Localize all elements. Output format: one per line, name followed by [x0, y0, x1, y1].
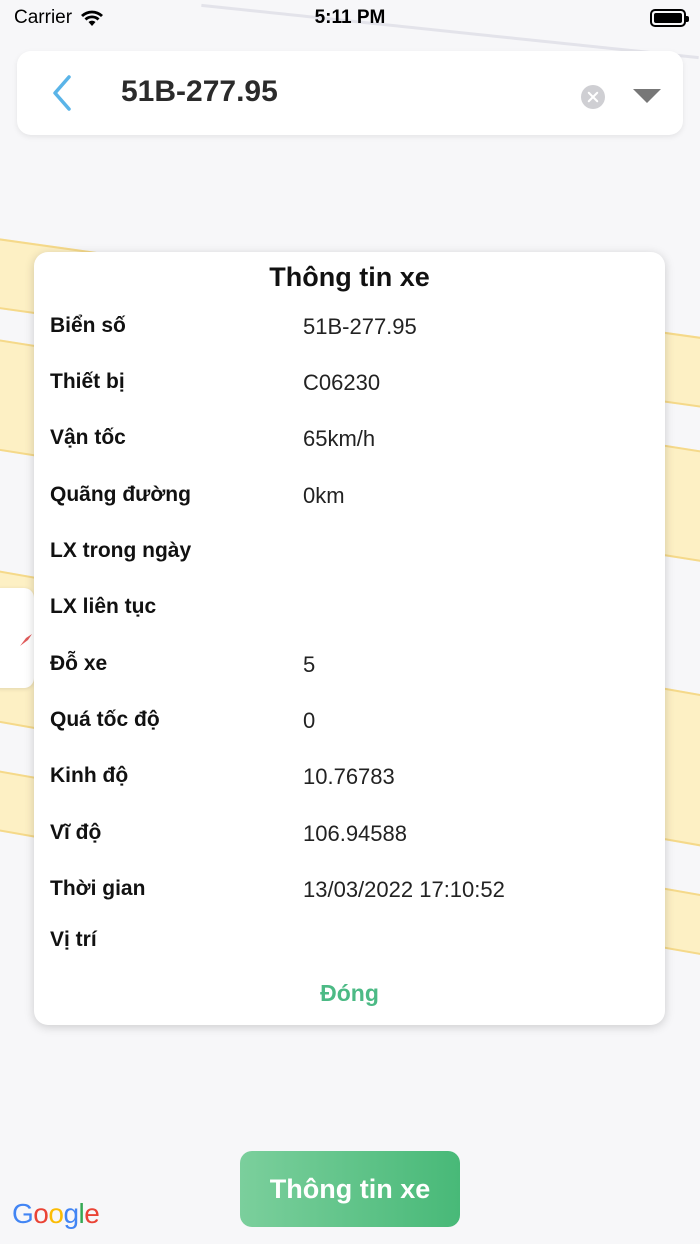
info-value: C06230 — [303, 370, 381, 395]
info-label: Biển số — [50, 314, 126, 337]
info-row-plate: Biển số 51B-277.95 — [50, 314, 650, 354]
back-chevron-icon[interactable] — [45, 73, 81, 113]
info-row-time: Thời gian 13/03/2022 17:10:52 — [50, 877, 650, 917]
info-value: 0km — [303, 483, 345, 508]
info-label: Kinh độ — [50, 764, 129, 787]
info-row-distance: Quãng đường 0km — [50, 483, 650, 523]
info-row-daily-driving: LX trong ngày — [50, 539, 650, 579]
info-value: 10.76783 — [303, 764, 395, 789]
info-value: 13/03/2022 17:10:52 — [303, 877, 505, 902]
info-row-latitude: Vĩ độ 106.94588 — [50, 821, 650, 861]
google-logo: Google — [12, 1198, 100, 1229]
info-label: Đỗ xe — [50, 652, 108, 675]
battery-icon — [650, 9, 689, 27]
info-row-longitude: Kinh độ 10.76783 — [50, 764, 650, 804]
info-label: Vĩ độ — [50, 821, 102, 844]
info-row-speed: Vận tốc 65km/h — [50, 426, 650, 466]
info-row-continuous-driving: LX liên tục — [50, 595, 650, 635]
modal-title: Thông tin xe — [269, 262, 430, 292]
vehicle-info-modal: Thông tin xe Biển số 51B-277.95 Thiết bị… — [34, 252, 665, 1025]
info-row-location: Vị trí — [50, 928, 650, 968]
info-label: LX liên tục — [50, 595, 157, 618]
map-pin-icon — [20, 634, 32, 646]
dropdown-arrow-icon[interactable] — [633, 89, 661, 103]
info-row-device: Thiết bị C06230 — [50, 370, 650, 410]
info-label: Vận tốc — [50, 426, 126, 449]
status-time: 5:11 PM — [314, 7, 386, 28]
plate-search-input[interactable]: 51B-277.95 — [121, 75, 278, 109]
close-button[interactable]: Đóng — [34, 980, 665, 1007]
info-label: Thiết bị — [50, 370, 125, 393]
info-label: LX trong ngày — [50, 539, 192, 562]
info-label: Quãng đường — [50, 483, 191, 506]
vehicle-info-button[interactable]: Thông tin xe — [240, 1151, 460, 1227]
info-value: 65km/h — [303, 426, 376, 451]
info-value: 106.94588 — [303, 821, 407, 846]
clear-icon[interactable] — [581, 85, 605, 109]
info-label: Quá tốc độ — [50, 708, 160, 731]
info-label: Vị trí — [50, 928, 97, 951]
info-label: Thời gian — [50, 877, 146, 900]
search-bar: 51B-277.95 — [17, 51, 683, 135]
status-bar: Carrier 5:11 PM — [0, 0, 700, 36]
info-value: 51B-277.95 — [303, 314, 417, 339]
info-row-overspeed: Quá tốc độ 0 — [50, 708, 650, 748]
info-row-parking: Đỗ xe 5 — [50, 652, 650, 692]
info-value: 0 — [303, 708, 316, 733]
info-value: 5 — [303, 652, 316, 677]
